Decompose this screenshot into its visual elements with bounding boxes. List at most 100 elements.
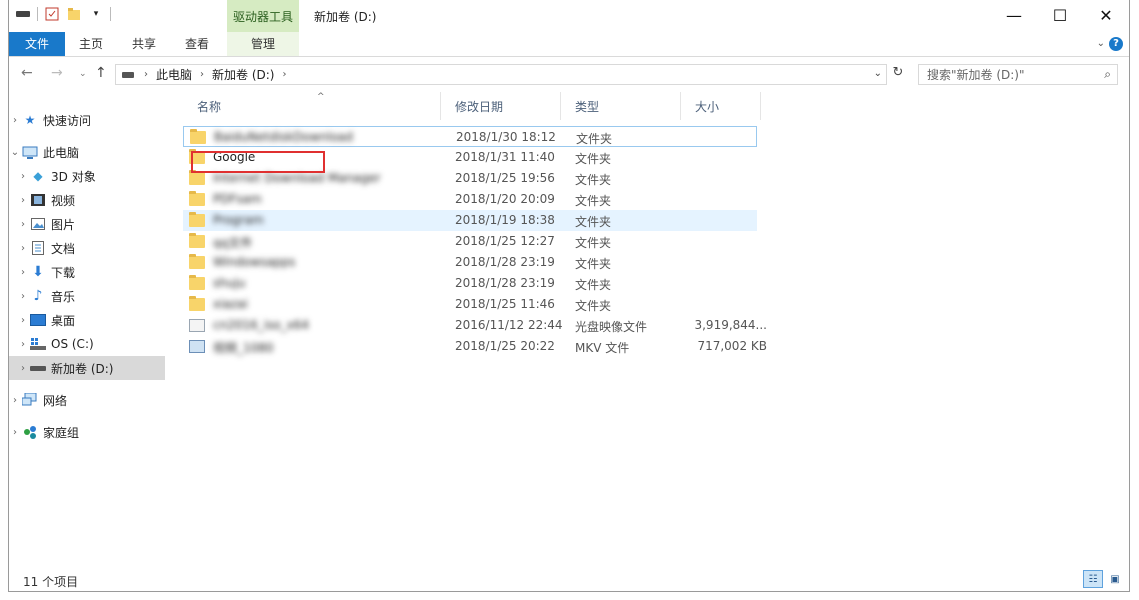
nav-label: 文档 (51, 241, 76, 256)
folder-icon (189, 170, 205, 185)
nav-item-3d-objects[interactable]: › ◆ 3D 对象 (9, 164, 173, 188)
file-name: shuju (213, 276, 246, 290)
cube-icon: ◆ (33, 169, 43, 183)
column-header-size[interactable]: 大小 (681, 92, 761, 120)
search-input[interactable]: 搜索"新加卷 (D:)" ⌕ (918, 64, 1118, 85)
nav-item-music[interactable]: › ♪ 音乐 (9, 284, 173, 308)
tab-home[interactable]: 主页 (73, 32, 109, 56)
tab-share[interactable]: 共享 (125, 32, 163, 56)
chevron-right-icon[interactable]: › (17, 339, 29, 350)
chevron-right-icon[interactable]: › (17, 291, 29, 302)
forward-arrow-icon[interactable]: → (51, 65, 63, 81)
folder-icon (189, 254, 205, 269)
chevron-right-icon[interactable]: › (9, 395, 21, 406)
nav-label: 家庭组 (43, 425, 80, 440)
properties-icon[interactable] (44, 6, 60, 22)
column-label: 修改日期 (455, 99, 504, 114)
table-row[interactable]: cn2016_iso_x64 2016/11/12 22:44 光盘映像文件 3,91… (183, 315, 767, 336)
nav-item-os-c[interactable]: › OS (C:) (9, 332, 173, 356)
nav-label: 视频 (51, 193, 76, 208)
address-history-dropdown-icon[interactable]: ⌄ (874, 68, 882, 79)
nav-item-pictures[interactable]: › 图片 (9, 212, 173, 236)
table-row[interactable]: xiazai 2018/1/25 11:46 文件夹 (183, 294, 757, 315)
toolbar-divider (110, 7, 111, 21)
chevron-right-icon[interactable]: › (9, 427, 21, 438)
folder-icon (189, 233, 205, 248)
tab-manage[interactable]: 管理 (227, 32, 299, 56)
table-row[interactable]: 视频_1080 2018/1/25 20:22 MKV 文件 717,002 KB (183, 336, 767, 357)
refresh-icon[interactable]: ↻ (889, 65, 907, 84)
recent-locations-chevron-icon[interactable]: ⌄ (79, 69, 87, 79)
breadcrumb-separator-icon[interactable]: › (200, 69, 204, 80)
details-view-icon[interactable]: ☷ (1083, 570, 1103, 588)
chevron-right-icon[interactable]: › (17, 171, 29, 182)
nav-label: 快速访问 (43, 113, 92, 128)
file-name: cn2016_iso_x64 (213, 318, 310, 332)
explorer-window: ▾ 驱动器工具 新加卷 (D:) — ☐ ✕ 文件 主页 共享 查看 管理 ⌄ … (8, 0, 1130, 592)
file-name: Internet Download Manager (213, 171, 381, 185)
column-header-type[interactable]: 类型 (561, 92, 681, 120)
chevron-right-icon[interactable]: › (17, 267, 29, 278)
table-row[interactable]: PDFsam 2018/1/20 20:09 文件夹 (183, 189, 757, 210)
breadcrumb-separator-icon[interactable]: › (282, 69, 286, 80)
table-row[interactable]: shuju 2018/1/28 23:19 文件夹 (183, 273, 757, 294)
nav-item-this-pc[interactable]: ⌄ 此电脑 (9, 140, 165, 164)
chevron-right-icon[interactable]: › (17, 219, 29, 230)
maximize-button[interactable]: ☐ (1037, 0, 1083, 30)
chevron-right-icon[interactable]: › (17, 195, 29, 206)
file-date: 2018/1/28 23:19 (455, 255, 555, 269)
new-folder-icon[interactable] (66, 6, 82, 22)
file-date: 2018/1/20 20:09 (455, 192, 555, 206)
customize-toolbar-dropdown-icon[interactable]: ▾ (88, 6, 104, 22)
up-arrow-icon[interactable]: ↑ (95, 65, 107, 81)
windows-drive-icon (29, 336, 47, 352)
column-header-name[interactable]: 名称 ^ (183, 92, 441, 120)
nav-item-homegroup[interactable]: › 家庭组 (9, 420, 165, 444)
document-icon (29, 240, 47, 256)
table-row[interactable]: BaiduNetdiskDownload 2018/1/30 18:12 文件夹 (183, 126, 757, 147)
file-name: BaiduNetdiskDownload (214, 130, 354, 144)
nav-item-desktop[interactable]: › 桌面 (9, 308, 173, 332)
nav-item-documents[interactable]: › 文档 (9, 236, 173, 260)
minimize-button[interactable]: — (991, 0, 1037, 30)
table-row[interactable]: Windowsapps 2018/1/28 23:19 文件夹 (183, 252, 757, 273)
chevron-right-icon[interactable]: › (17, 315, 29, 326)
column-label: 大小 (695, 99, 720, 114)
tab-view[interactable]: 查看 (179, 32, 215, 56)
table-row[interactable]: qq文件 2018/1/25 12:27 文件夹 (183, 231, 757, 252)
file-date: 2018/1/25 19:56 (455, 171, 555, 185)
chevron-right-icon[interactable]: › (9, 115, 21, 126)
search-icon[interactable]: ⌕ (1104, 67, 1111, 82)
nav-label: 新加卷 (D:) (51, 361, 114, 376)
large-icons-view-icon[interactable]: ▣ (1105, 570, 1125, 588)
file-date: 2018/1/30 18:12 (456, 130, 556, 144)
chevron-down-icon[interactable]: ⌄ (9, 147, 21, 158)
breadcrumb-this-pc[interactable]: 此电脑 (156, 66, 192, 83)
tab-file[interactable]: 文件 (9, 32, 65, 56)
ribbon-tabs: 文件 主页 共享 查看 管理 ⌄ ? (9, 32, 1129, 57)
chevron-right-icon[interactable]: › (17, 243, 29, 254)
download-arrow-icon: ⬇ (32, 264, 44, 280)
address-bar[interactable]: › 此电脑 › 新加卷 (D:) › ⌄ (115, 64, 887, 85)
table-row[interactable]: Program 2018/1/19 18:38 文件夹 (183, 210, 757, 231)
quick-access-toolbar: ▾ (15, 6, 111, 22)
breadcrumb-separator-icon[interactable]: › (144, 69, 148, 80)
file-date: 2018/1/25 20:22 (455, 339, 555, 353)
column-header-date[interactable]: 修改日期 (441, 92, 561, 120)
nav-item-new-volume-d[interactable]: › 新加卷 (D:) (9, 356, 165, 380)
file-type: 文件夹 (575, 236, 612, 250)
nav-item-network[interactable]: › 网络 (9, 388, 165, 412)
nav-item-quick-access[interactable]: › ★ 快速访问 (9, 108, 165, 132)
back-arrow-icon[interactable]: ← (21, 65, 33, 81)
file-date: 2018/1/31 11:40 (455, 150, 555, 164)
nav-item-downloads[interactable]: › ⬇ 下载 (9, 260, 173, 284)
navigation-bar: ← → ⌄ ↑ › 此电脑 › 新加卷 (D:) › ⌄ ↻ 搜索"新加卷 (D… (9, 62, 1129, 88)
nav-item-videos[interactable]: › 视频 (9, 188, 173, 212)
expand-ribbon-chevron-icon[interactable]: ⌄ (1097, 38, 1105, 49)
file-name: Windowsapps (213, 255, 296, 269)
close-button[interactable]: ✕ (1083, 0, 1129, 30)
breadcrumb-new-volume[interactable]: 新加卷 (D:) (212, 66, 274, 83)
file-type: 光盘映像文件 (575, 320, 648, 334)
chevron-right-icon[interactable]: › (17, 363, 29, 374)
help-icon[interactable]: ? (1109, 37, 1123, 51)
